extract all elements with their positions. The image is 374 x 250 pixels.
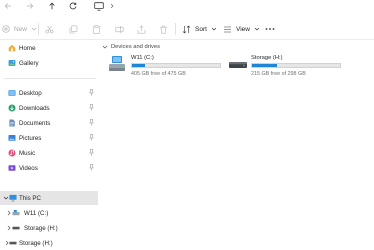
sidebar-item-drive-c[interactable]: W11 (C:) (0, 206, 98, 220)
drive-free-space: 405 GB free of 475 GB (131, 71, 186, 77)
sidebar-item-drive-h[interactable]: Storage (H:) (0, 221, 98, 235)
more-icon (265, 28, 275, 30)
sidebar-item-label: Storage (H:) (19, 240, 53, 247)
drive-name: Storage (H:) (251, 55, 283, 61)
sidebar-item-documents[interactable]: Documents (0, 116, 98, 130)
sidebar-item-this-pc[interactable]: This PC (0, 191, 98, 205)
sort-icon (182, 25, 191, 33)
group-header-label: Devices and drives (111, 44, 160, 50)
view-icon (224, 26, 231, 32)
drive-icon (108, 55, 126, 78)
monitor-icon[interactable] (93, 0, 105, 12)
command-bar: New Sort View (0, 18, 374, 40)
forward-icon[interactable] (24, 0, 36, 12)
add-icon (2, 25, 10, 33)
sort-label: Sort (195, 25, 207, 33)
music-icon (8, 149, 16, 157)
drive-icon (12, 209, 20, 217)
back-icon[interactable] (2, 0, 14, 12)
sidebar-item-desktop[interactable]: Desktop (0, 86, 98, 100)
chevron-down-icon (31, 27, 37, 31)
drive-name: W11 (C:) (131, 55, 154, 61)
chevron-down-icon (102, 45, 108, 49)
rename-button[interactable] (115, 21, 124, 37)
chevron-down-icon (254, 27, 260, 31)
share-icon (137, 24, 146, 33)
drive-icon (228, 58, 248, 77)
sidebar-item-gallery[interactable]: Gallery (0, 56, 98, 70)
pin-icon[interactable] (89, 149, 94, 158)
monitor-icon (9, 194, 17, 202)
chevron-right-icon (106, 0, 118, 12)
sidebar-item-label: Storage (H:) (24, 225, 58, 232)
drive-free-space: 215 GB free of 298 GB (251, 71, 306, 77)
sidebar-item-pictures[interactable]: Pictures (0, 131, 98, 145)
sidebar-item-drive-h-2[interactable]: Storage (H:) (0, 236, 98, 250)
drive-usage-bar (251, 63, 341, 68)
sort-button[interactable]: Sort (182, 21, 217, 37)
sidebar-item-label: Downloads (19, 105, 50, 112)
sidebar-item-label: Music (19, 150, 36, 157)
sidebar-item-label: Documents (19, 120, 51, 127)
navigation-pane: Home Gallery Desktop Downloads Documents… (0, 40, 98, 250)
arrow-up-icon[interactable] (46, 0, 58, 12)
gallery-icon (8, 59, 16, 67)
sidebar-item-label: W11 (C:) (24, 210, 49, 217)
drive-tile-h[interactable]: Storage (H:) 215 GB free of 298 GB (228, 54, 348, 84)
view-label: View (236, 25, 250, 33)
delete-button[interactable] (159, 21, 168, 37)
sidebar-item-downloads[interactable]: Downloads (0, 101, 98, 115)
trash-icon (160, 25, 167, 33)
view-button[interactable]: View (223, 21, 260, 37)
drive-icon (12, 224, 20, 232)
copy-icon (69, 25, 78, 33)
sidebar-item-home[interactable]: Home (0, 41, 98, 55)
pin-icon[interactable] (89, 89, 94, 98)
navigation-bar (0, 0, 374, 13)
sidebar-item-label: Gallery (19, 60, 39, 67)
sidebar-item-label: Videos (19, 165, 38, 172)
home-icon (8, 44, 16, 52)
toolbar-divider (38, 23, 39, 35)
more-options-button[interactable] (265, 21, 275, 37)
share-button[interactable] (137, 21, 146, 37)
sidebar-item-label: Pictures (19, 135, 42, 142)
sidebar-item-music[interactable]: Music (0, 146, 98, 160)
paste-icon (92, 24, 101, 34)
copy-button[interactable] (69, 21, 78, 37)
pictures-icon (8, 134, 16, 142)
drive-icon (9, 239, 17, 247)
toolbar-divider (175, 23, 176, 35)
drive-usage-fill (252, 64, 277, 67)
sidebar-item-label: Desktop (19, 90, 42, 97)
documents-icon (8, 119, 16, 127)
new-label: New (14, 25, 28, 33)
videos-icon (8, 164, 16, 172)
pin-icon[interactable] (89, 164, 94, 173)
new-button[interactable]: New (2, 21, 37, 37)
sidebar-item-videos[interactable]: Videos (0, 161, 98, 175)
refresh-icon[interactable] (67, 0, 79, 12)
rename-icon (115, 25, 124, 33)
content-pane: Devices and drives W11 (C:) 405 GB free … (98, 40, 374, 250)
drive-usage-bar (131, 63, 221, 68)
drive-tile-c[interactable]: W11 (C:) 405 GB free of 475 GB (108, 54, 224, 84)
paste-button[interactable] (92, 21, 101, 37)
chevron-down-icon (211, 27, 217, 31)
cut-icon (45, 25, 54, 33)
sidebar-divider (4, 78, 96, 79)
group-header-devices[interactable]: Devices and drives (102, 42, 160, 52)
downloads-icon (8, 104, 16, 112)
pin-icon[interactable] (89, 119, 94, 128)
desktop-icon (8, 89, 16, 97)
sidebar-item-label: Home (19, 45, 36, 52)
drive-usage-fill (132, 64, 146, 67)
sidebar-item-label: This PC (19, 195, 42, 202)
pin-icon[interactable] (89, 104, 94, 113)
pin-icon[interactable] (89, 134, 94, 143)
cut-button[interactable] (45, 21, 54, 37)
